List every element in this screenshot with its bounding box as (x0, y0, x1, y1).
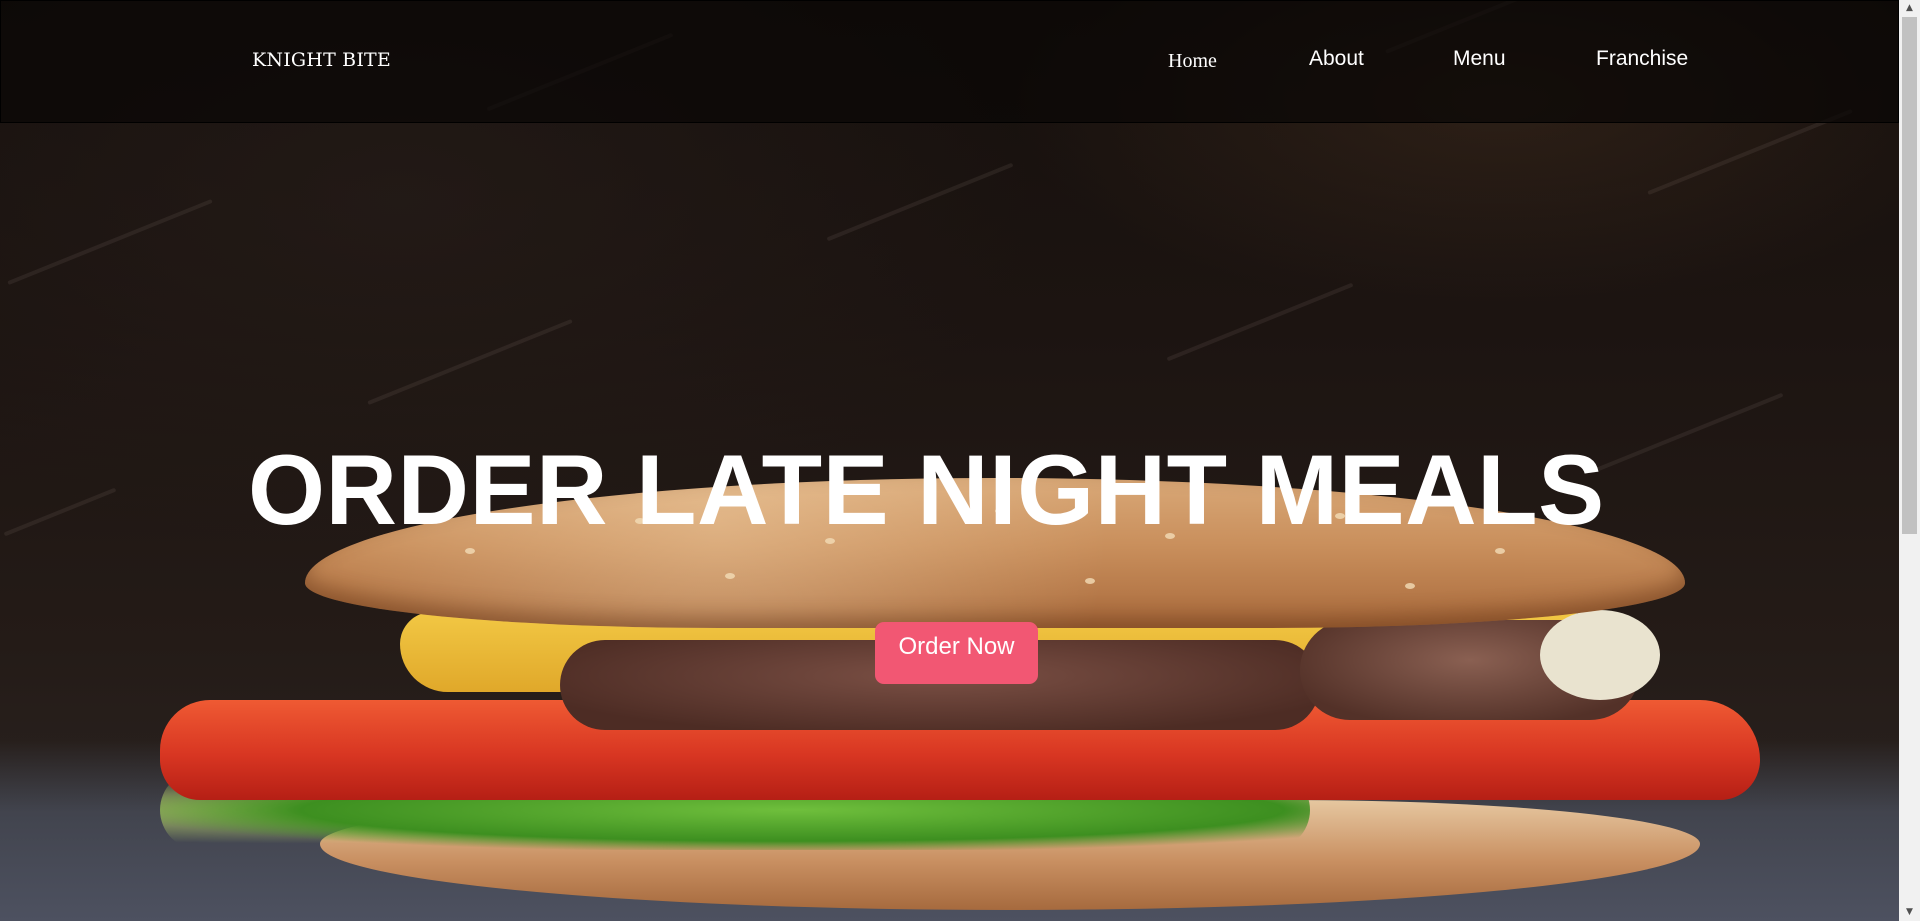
nav-link-home[interactable]: Home (1168, 50, 1217, 73)
sesame-seed (725, 573, 735, 579)
sesame-seed (1405, 583, 1415, 589)
scroll-up-arrow-icon[interactable]: ▲ (1899, 0, 1920, 17)
sesame-seed (465, 548, 475, 554)
scroll-down-arrow-icon[interactable]: ▼ (1899, 904, 1920, 921)
order-now-button[interactable]: Order Now (875, 622, 1038, 684)
nav-link-franchise[interactable]: Franchise (1596, 47, 1688, 71)
page: KNIGHT BITE Home About Menu Franchise OR… (0, 0, 1920, 921)
vertical-scrollbar[interactable]: ▲ ▼ (1899, 0, 1920, 921)
hero-title: ORDER LATE NIGHT MEALS (248, 434, 1605, 545)
brand-logo[interactable]: KNIGHT BITE (252, 49, 391, 71)
site-header: KNIGHT BITE Home About Menu Franchise (0, 0, 1899, 123)
sesame-seed (1495, 548, 1505, 554)
sesame-seed (1085, 578, 1095, 584)
nav-link-menu[interactable]: Menu (1453, 47, 1506, 71)
burger-onion (1540, 610, 1660, 700)
scrollbar-thumb[interactable] (1902, 17, 1917, 534)
nav-link-about[interactable]: About (1309, 47, 1364, 71)
